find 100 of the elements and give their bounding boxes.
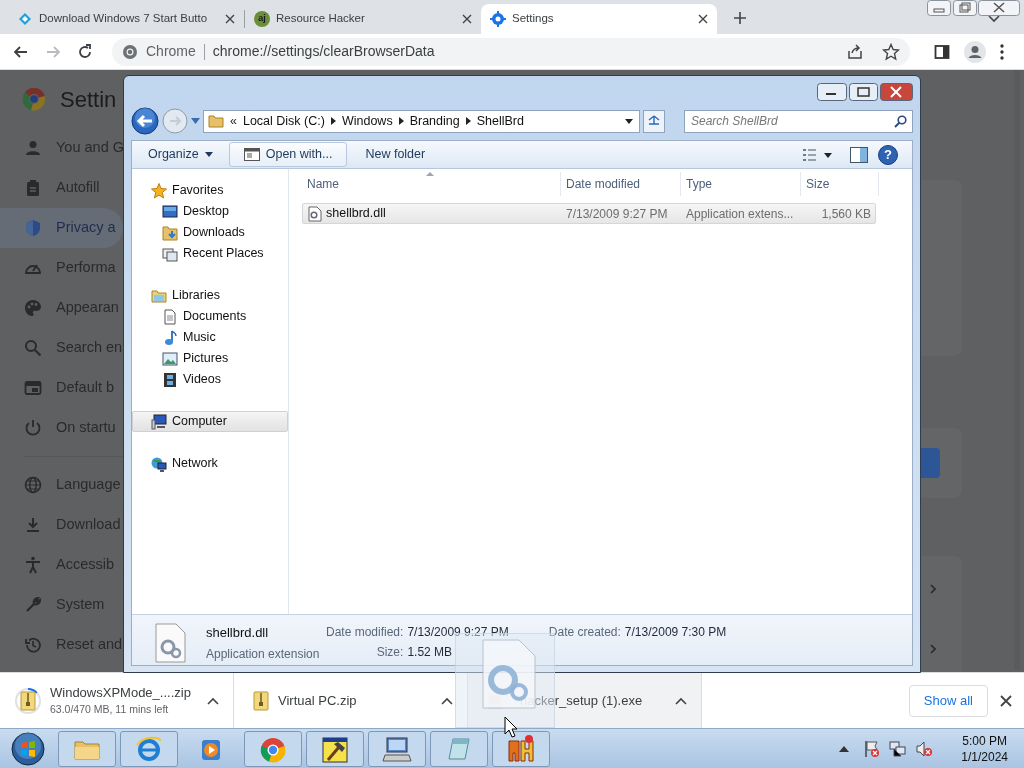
address-bar[interactable]: Chrome chrome://settings/clearBrowserData (112, 37, 910, 66)
shield-icon (24, 219, 42, 237)
toolbar-button[interactable]: New folder (351, 142, 440, 167)
caret-up-icon[interactable] (441, 696, 453, 705)
nav-item[interactable]: Network (132, 453, 288, 474)
nav-item[interactable]: Favorites (132, 180, 288, 201)
back-button-icon[interactable] (131, 107, 159, 135)
taskbar-button[interactable] (492, 730, 550, 767)
close-icon[interactable] (698, 14, 708, 24)
download-status: 63.0/470 MB, 11 mins left (50, 701, 170, 717)
more-menu-icon[interactable] (1000, 43, 1004, 60)
breadcrumb-item[interactable]: ShellBrd (476, 111, 524, 131)
sort-arrow-icon (426, 172, 434, 176)
breadcrumb-arrow-icon[interactable] (465, 117, 471, 125)
close-icon[interactable] (225, 14, 235, 24)
flag-alert-icon[interactable] (863, 739, 882, 758)
breadcrumb-item[interactable]: Windows (341, 111, 393, 131)
picture-icon (162, 350, 178, 367)
share-icon[interactable] (846, 42, 864, 61)
music-note-icon (162, 329, 178, 346)
breadcrumb-arrow-icon[interactable] (330, 117, 336, 125)
file-name: shellbrd.dll (326, 205, 386, 223)
film-strip-icon (162, 371, 178, 388)
table-cell-text: 1,560 KB (820, 205, 872, 223)
open-with-button[interactable]: Open with... (228, 142, 348, 167)
wrench-icon (24, 596, 42, 614)
search-field[interactable]: Search ShellBrd (684, 109, 913, 133)
browser-tab[interactable]: Settings (481, 4, 717, 34)
search-icon (24, 339, 42, 357)
breadcrumb-arrow-icon[interactable] (398, 117, 404, 125)
chevron-down-icon[interactable] (988, 15, 1000, 23)
column-header[interactable]: Size (801, 172, 879, 196)
help-button[interactable]: ? (878, 144, 898, 165)
start-orb-icon[interactable] (10, 730, 46, 767)
preview-pane-icon[interactable] (850, 146, 868, 163)
tool-logo-icon (505, 732, 537, 765)
clock[interactable]: 5:00 PM 1/1/2024 (961, 732, 1008, 765)
settings-icon (490, 11, 506, 27)
close-icon[interactable] (978, 0, 1020, 16)
page-title: Settin (60, 85, 117, 114)
taskbar-button[interactable] (306, 730, 364, 767)
new-tab-icon[interactable] (733, 11, 747, 25)
caret-down-icon (204, 152, 213, 157)
history-icon (24, 636, 42, 654)
desktop-icon (162, 203, 178, 220)
breadcrumb-item[interactable]: Local Disk (C:) (242, 111, 325, 131)
caret-up-icon[interactable] (207, 696, 219, 705)
organize-menu[interactable]: Organize (136, 142, 225, 167)
window-icon (243, 148, 260, 161)
view-options-icon[interactable] (802, 147, 832, 162)
tab-favicon: aj (254, 11, 270, 27)
search-icon[interactable] (894, 114, 907, 128)
close-icon[interactable] (1000, 694, 1012, 707)
minimize-icon[interactable] (817, 83, 847, 101)
chrome-logo-icon (22, 87, 46, 111)
file-row[interactable]: shellbrd.dll 7/13/2009 9:27 PM Application extens... 1,560 KB (302, 203, 876, 224)
nav-item[interactable]: Computer (132, 411, 288, 432)
browser-tab[interactable]: aj Resource Hacker (245, 4, 481, 34)
show-all-button[interactable]: Show all (908, 684, 988, 717)
close-icon[interactable] (462, 14, 472, 24)
nav-item[interactable]: Pictures (132, 348, 288, 369)
dropdown-arrow-icon[interactable] (625, 118, 633, 124)
network-icon[interactable] (889, 739, 908, 758)
close-icon[interactable] (880, 83, 913, 101)
profile-avatar-icon[interactable] (964, 40, 986, 63)
nav-item[interactable]: Documents (132, 306, 288, 327)
column-header[interactable]: Type (681, 172, 801, 196)
property-value: 1.52 MB (407, 644, 454, 661)
refresh-icon[interactable] (643, 109, 665, 133)
recent-places-icon (162, 245, 178, 262)
browser-tab[interactable]: Download Windows 7 Start Butto (8, 4, 244, 34)
diamond-logo-icon (17, 11, 33, 27)
nav-item[interactable]: Desktop (132, 201, 288, 222)
side-panel-icon[interactable] (934, 43, 950, 60)
reload-icon[interactable] (76, 42, 94, 61)
taskbar-button[interactable] (368, 730, 426, 767)
nav-item[interactable]: Music (132, 327, 288, 348)
nav-item[interactable]: Downloads (132, 222, 288, 243)
property-label: Date modified: (326, 624, 404, 641)
chrome-logo-icon (122, 43, 138, 60)
globe-icon (24, 476, 42, 494)
breadcrumb-overflow[interactable]: « (230, 111, 237, 131)
table-cell-text: 7/13/2009 9:27 PM (565, 205, 669, 223)
star-icon[interactable] (882, 42, 900, 61)
caret-up-icon[interactable] (839, 745, 850, 752)
breadcrumb-item[interactable]: Branding (409, 111, 460, 131)
restore-icon[interactable] (952, 0, 978, 16)
accessibility-icon (24, 556, 42, 574)
downloads-folder-icon (162, 224, 178, 241)
nav-item[interactable]: Recent Places (132, 243, 288, 264)
file-name: WindowsXPMode_....zip (50, 683, 192, 702)
nav-item[interactable]: Videos (132, 369, 288, 390)
address-field[interactable]: « Local Disk (C:) Windows Branding ShellBrd (203, 109, 640, 133)
property-label: Size: (375, 644, 404, 661)
nav-item[interactable]: Libraries (132, 285, 288, 306)
volume-muted-icon[interactable] (915, 739, 934, 758)
maximize-icon[interactable] (849, 83, 878, 101)
star-icon (151, 182, 167, 199)
column-header[interactable]: Date modified (561, 172, 681, 196)
folder-icon (208, 113, 224, 129)
